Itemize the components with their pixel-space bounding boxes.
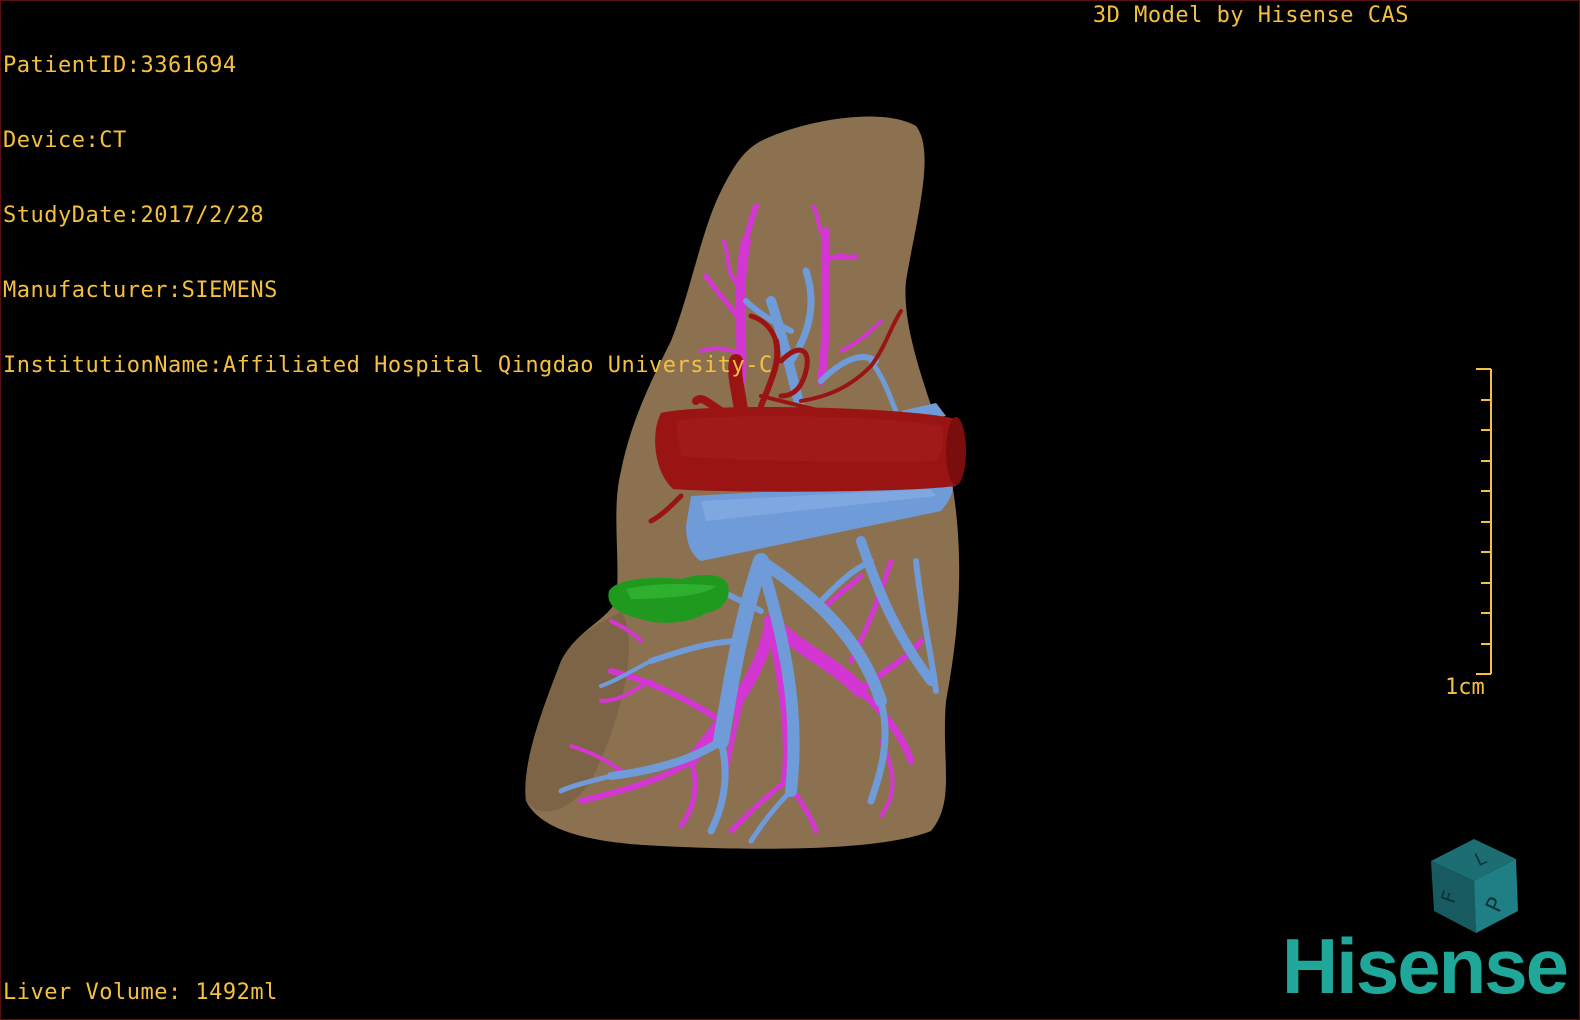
manufacturer-label: Manufacturer:SIEMENS	[3, 278, 278, 303]
hisense-logo: Hisense	[1281, 922, 1569, 1010]
scale-label: 1cm	[1445, 675, 1485, 700]
patient-id-label: PatientID:3361694	[3, 53, 237, 78]
artery-end-cap	[946, 417, 966, 485]
liver-volume-label: Liver Volume: 1492ml	[3, 980, 278, 1005]
patient-info-panel: PatientID:3361694 Device:CT StudyDate:20…	[3, 3, 773, 428]
study-date-label: StudyDate:2017/2/28	[3, 203, 265, 228]
institution-label: InstitutionName:Affiliated Hospital Qing…	[3, 353, 773, 378]
device-label: Device:CT	[3, 128, 127, 153]
3d-render-viewport[interactable]: PatientID:3361694 Device:CT StudyDate:20…	[0, 0, 1580, 1020]
ruler-scale-icon	[1476, 368, 1492, 675]
model-credit-label: 3D Model by Hisense CAS	[1092, 3, 1409, 28]
